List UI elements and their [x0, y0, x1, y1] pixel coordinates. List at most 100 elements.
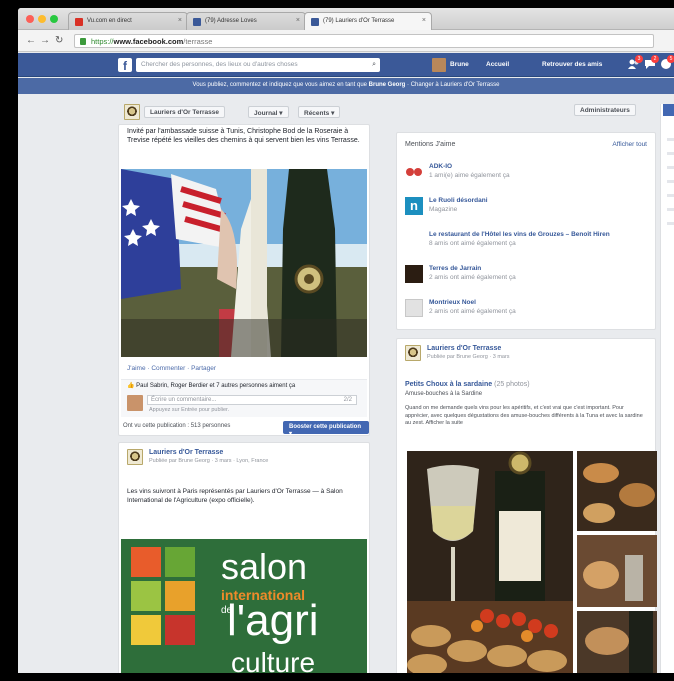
- like-thumb-icon: 👍: [127, 383, 135, 389]
- page-name[interactable]: Le Ruoli désordani: [429, 197, 488, 205]
- search-placeholder: Chercher des personnes, des lieux ou d'a…: [141, 61, 298, 68]
- page-name[interactable]: Terres de Jarrain: [429, 265, 481, 273]
- forward-arrow-icon[interactable]: →: [40, 35, 50, 46]
- food-photo: [577, 611, 657, 673]
- comment-placeholder: Écrire un commentaire...: [151, 397, 217, 403]
- home-link[interactable]: Accueil: [486, 61, 509, 68]
- post-author[interactable]: Lauriers d'Or Terrasse: [149, 449, 223, 456]
- post-author[interactable]: Lauriers d'Or Terrasse: [427, 345, 501, 352]
- tab-label: (79) Lauriers d'Or Terrasse: [323, 18, 395, 24]
- post-card: Lauriers d'Or Terrasse Publiée par Brune…: [118, 442, 370, 673]
- browser-tab[interactable]: Vu.com en direct ×: [68, 12, 188, 30]
- post-card: Invité par l'ambassade suisse à Tunis, C…: [118, 124, 370, 437]
- reload-icon[interactable]: ↻: [55, 35, 63, 46]
- browser-toolbar: ← → ↻ https://www.facebook.com/terrasse: [18, 30, 674, 52]
- facebook-logo-icon[interactable]: f: [118, 58, 132, 73]
- journal-label: Journal: [254, 110, 278, 117]
- album-title[interactable]: Petits Choux à la sardaine: [405, 381, 492, 388]
- close-tab-icon[interactable]: ×: [422, 17, 426, 24]
- friend-requests-badge: 3: [635, 55, 643, 63]
- minimize-window-icon[interactable]: [38, 15, 46, 23]
- page-avatar[interactable]: [405, 345, 421, 361]
- salon-photo[interactable]: salon international de l'agri culture: [121, 539, 367, 673]
- page-name[interactable]: Le restaurant de l'Hôtel les vins de Gro…: [429, 231, 610, 239]
- search-icon[interactable]: ⌕: [372, 61, 376, 69]
- boost-label: Booster cette publication: [289, 424, 362, 430]
- url-field[interactable]: https://www.facebook.com/terrasse: [74, 34, 654, 48]
- post-text: Les vins suivront à Paris représentés pa…: [127, 488, 343, 504]
- switch-page-link[interactable]: Changer à Lauriers d'Or Terrasse: [411, 82, 500, 88]
- page-avatar[interactable]: [124, 104, 140, 120]
- comment-row: Écrire un commentaire... 2/2 Appuyez sur…: [121, 391, 367, 417]
- url-scheme: https://: [91, 37, 114, 46]
- recent-label: Récents: [304, 110, 330, 117]
- album-title-row: Petits Choux à la sardaine (25 photos): [405, 381, 530, 388]
- post-meta: Publiée par Brune Georg · 3 mars: [427, 354, 510, 360]
- album-photo-main[interactable]: [407, 451, 573, 673]
- post-text: Invité par l'ambassade suisse à Tunis, C…: [127, 128, 360, 144]
- post-actions[interactable]: J'aime · Commenter · Partager: [127, 365, 216, 372]
- notifications-badge: 5: [667, 55, 674, 63]
- salon-sign-line1: salon: [221, 546, 308, 587]
- album-photo-bottom[interactable]: [577, 611, 657, 673]
- page-thumbnail: n: [405, 197, 423, 215]
- likes-summary[interactable]: 👍 Paul Sabrin, Roger Berdier et 7 autres…: [121, 379, 367, 391]
- friend-requests-icon[interactable]: 3: [628, 55, 643, 70]
- facebook-favicon-icon: [193, 18, 201, 26]
- page-sub: 8 amis ont aimé également ça: [429, 240, 516, 247]
- comment-hint: Appuyez sur Entrée pour publier.: [149, 407, 230, 413]
- album-photo-top[interactable]: [577, 451, 657, 531]
- wine-glass-photo: [407, 451, 573, 673]
- food-photo: [577, 451, 657, 531]
- tab-label: Vu.com en direct: [87, 18, 132, 24]
- comment-counter: 2/2: [343, 397, 352, 403]
- album-photo-mid[interactable]: [577, 535, 657, 607]
- mentions-card: Mentions J'aime Afficher tout ADK-IO 1 a…: [396, 132, 656, 330]
- tab-favicon-icon: [75, 18, 83, 26]
- profile-link[interactable]: Brune: [450, 61, 469, 68]
- journal-dropdown[interactable]: Journal ▾: [248, 106, 289, 118]
- page-name-button[interactable]: Lauriers d'Or Terrasse: [144, 106, 225, 118]
- notifications-icon[interactable]: 5: [660, 55, 674, 70]
- page-avatar[interactable]: [127, 449, 143, 465]
- close-tab-icon[interactable]: ×: [178, 17, 182, 24]
- page-name[interactable]: ADK-IO: [429, 163, 452, 171]
- commenter-avatar: [127, 395, 143, 411]
- lock-icon: [80, 38, 86, 45]
- acting-as-banner: Vous publiez, commentez et indiquez que …: [18, 78, 674, 94]
- post-photo[interactable]: [121, 169, 367, 357]
- banner-name[interactable]: Brune Georg: [369, 82, 406, 88]
- page-name[interactable]: Montrieux Noel: [429, 299, 476, 307]
- mentions-title: Mentions J'aime: [405, 141, 456, 148]
- page-thumbnail: [405, 299, 423, 317]
- browser-tab[interactable]: (79) Adresse Loves ×: [186, 12, 306, 30]
- url-host: www.facebook.com: [113, 37, 184, 46]
- food-photo: [577, 535, 657, 607]
- browser-tab-bar: Vu.com en direct × (79) Adresse Loves × …: [18, 8, 674, 30]
- back-arrow-icon[interactable]: ←: [26, 35, 36, 46]
- facebook-favicon-icon: [311, 18, 319, 26]
- sidebar-header[interactable]: [663, 104, 674, 116]
- banner-text: Vous publiez, commentez et indiquez que …: [192, 82, 367, 88]
- admin-label: Administrateurs: [580, 107, 630, 114]
- album-count: (25 photos): [494, 381, 530, 388]
- comment-input[interactable]: Écrire un commentaire... 2/2: [147, 395, 357, 405]
- salon-sign-line4: l'agri: [227, 596, 319, 645]
- messages-icon[interactable]: 2: [644, 55, 659, 70]
- search-input[interactable]: Chercher des personnes, des lieux ou d'a…: [136, 58, 380, 72]
- page-sub: 2 amis ont aimé également ça: [429, 308, 516, 315]
- recent-dropdown[interactable]: Récents ▾: [298, 106, 341, 118]
- find-friends-link[interactable]: Retrouver des amis: [542, 61, 602, 68]
- reach-text[interactable]: Ont vu cette publication : 513 personnes: [123, 423, 230, 429]
- tab-label: (79) Adresse Loves: [205, 18, 257, 24]
- admin-button[interactable]: Administrateurs: [574, 104, 636, 116]
- zoom-window-icon[interactable]: [50, 15, 58, 23]
- see-all-link[interactable]: Afficher tout: [612, 141, 647, 148]
- likes-text: Paul Sabrin, Roger Berdier et 7 autres p…: [136, 383, 296, 389]
- browser-tab-active[interactable]: (79) Lauriers d'Or Terrasse ×: [304, 12, 432, 30]
- album-subtitle: Amuse-bouches à la Sardine: [405, 391, 483, 397]
- close-tab-icon[interactable]: ×: [296, 17, 300, 24]
- close-window-icon[interactable]: [26, 15, 34, 23]
- avatar[interactable]: [432, 58, 446, 72]
- boost-post-button[interactable]: Booster cette publication ▾: [283, 421, 369, 437]
